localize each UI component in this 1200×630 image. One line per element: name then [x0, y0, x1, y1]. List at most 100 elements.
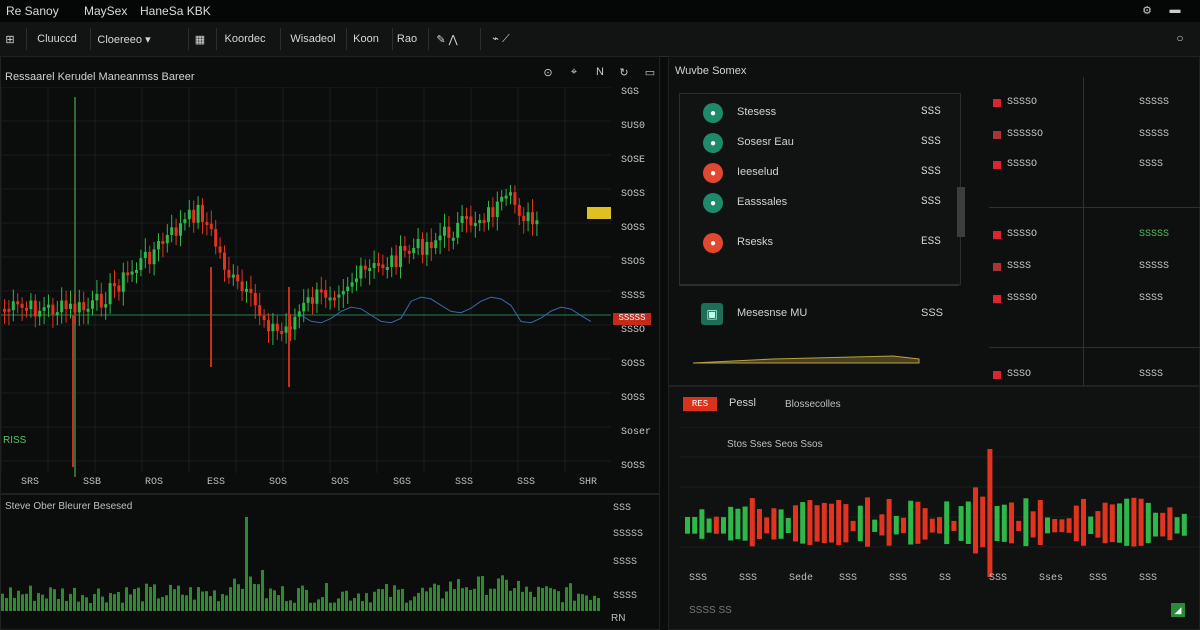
- volume-bar: [5, 597, 8, 611]
- tab-5[interactable]: Koon: [346, 28, 385, 50]
- volume-bar: [569, 583, 572, 611]
- volume-bar: [405, 602, 408, 611]
- scrollbar[interactable]: [957, 187, 965, 237]
- tab-2[interactable]: Cloereeo ▾: [90, 28, 157, 50]
- bar-chart[interactable]: [679, 427, 1199, 577]
- ask-marker: [993, 161, 1001, 169]
- volume-bar: [229, 587, 232, 611]
- price-label: SOSS: [621, 359, 646, 370]
- candle: [412, 248, 416, 254]
- candle: [328, 297, 332, 301]
- menu-item-2[interactable]: HaneSa KBK: [140, 4, 211, 18]
- candle: [447, 226, 451, 238]
- orderbook-left: SSSS: [1007, 261, 1032, 272]
- candle: [377, 263, 380, 267]
- volume-bar: [217, 601, 220, 611]
- volume-bar: [309, 602, 312, 611]
- bar: [713, 516, 719, 534]
- volume-bar: [389, 596, 392, 611]
- bar: [1045, 517, 1050, 534]
- bar: [922, 508, 928, 540]
- pointer-icon[interactable]: ⌁ ⟋: [480, 28, 521, 50]
- candle: [443, 226, 446, 236]
- bar: [901, 517, 906, 534]
- volume-bar: [45, 598, 48, 611]
- volume-bar: [593, 595, 596, 611]
- refresh-icon[interactable]: ↻: [617, 65, 631, 79]
- bar: [764, 517, 770, 534]
- expand-icon[interactable]: ▭: [643, 65, 657, 79]
- price-label: SSSO: [621, 325, 646, 336]
- volume-bar: [533, 597, 536, 611]
- candle: [284, 326, 288, 333]
- search-icon[interactable]: ⊙: [541, 65, 555, 79]
- title-bar: Re Sanoy MaySex HaneSa KBK ⚙ ▬: [0, 0, 1200, 22]
- candle: [302, 302, 306, 312]
- volume-chart[interactable]: [1, 515, 601, 611]
- bar: [1102, 502, 1108, 544]
- volume-bar: [381, 589, 384, 611]
- candle: [429, 241, 433, 249]
- resize-icon[interactable]: ◢: [1171, 603, 1185, 617]
- bar: [1066, 518, 1072, 533]
- bar: [785, 518, 791, 533]
- price-label: SGS: [621, 87, 640, 98]
- bar-x-label: SS: [939, 573, 952, 584]
- tab-3[interactable]: Koordec: [216, 28, 273, 50]
- watchlist-item-name[interactable]: Stesess: [737, 106, 776, 118]
- volume-bar: [261, 570, 264, 611]
- panel-subtitle[interactable]: Blossecolles: [785, 399, 841, 410]
- volume-bar: [73, 587, 76, 611]
- draw-line-icon[interactable]: ✎ ⋀: [428, 28, 465, 50]
- price-axis: SGS SUS0 SOSE SOSS SOSS SSOS SSSS SSSO SOSS SOSS S…: [613, 87, 659, 477]
- bar-x-label: Sede: [789, 573, 814, 584]
- candle: [165, 234, 169, 244]
- volume-bar: [545, 586, 548, 611]
- watchlist-item-name[interactable]: Sosesr Eau: [737, 136, 794, 148]
- volume-bar: [377, 588, 380, 611]
- crosshair-icon[interactable]: ⌖: [567, 65, 581, 79]
- volume-bar: [137, 587, 140, 611]
- volume-bar: [293, 602, 296, 611]
- bar: [1167, 507, 1173, 541]
- watchlist-item-name[interactable]: Ieeselud: [737, 166, 779, 178]
- grid-icon[interactable]: ⊞: [0, 28, 20, 50]
- bar: [1037, 500, 1043, 545]
- volume-bar: [313, 602, 316, 611]
- time-label: ROS: [145, 477, 164, 488]
- wallet-icon: ▣: [701, 303, 723, 325]
- settings-icon[interactable]: ⚙: [1140, 3, 1154, 17]
- tab-4[interactable]: Wisadeol: [280, 28, 345, 50]
- volume-bar: [449, 581, 452, 611]
- candle: [372, 263, 376, 269]
- candle: [346, 286, 350, 292]
- minimize-icon[interactable]: ▬: [1168, 3, 1182, 17]
- menu-item-1[interactable]: MaySex: [84, 4, 127, 18]
- candle: [275, 323, 279, 331]
- candle: [16, 301, 20, 305]
- orderbook-left: SSSSO: [1007, 97, 1038, 108]
- tab-6[interactable]: Rao: [392, 28, 421, 50]
- candlestick-chart[interactable]: [1, 87, 661, 495]
- bar-x-label: SSS: [689, 573, 708, 584]
- indicator-icon[interactable]: N: [593, 65, 607, 79]
- candle: [535, 220, 539, 225]
- volume-bar: [53, 589, 56, 611]
- time-label: SSS: [455, 477, 474, 488]
- volume-bar: [553, 589, 556, 611]
- volume-bar: [353, 597, 356, 611]
- bar: [721, 517, 726, 534]
- volume-bar: [585, 595, 588, 611]
- candle: [267, 320, 270, 332]
- volume-bar: [285, 601, 288, 611]
- candle: [333, 297, 336, 301]
- candle: [311, 297, 314, 304]
- watchlist-item-name[interactable]: Rsesks: [737, 236, 773, 248]
- volume-bar: [29, 585, 32, 611]
- watchlist-item-name[interactable]: Easssales: [737, 196, 787, 208]
- tab-1[interactable]: Cluuccd: [26, 28, 87, 50]
- calendar-icon[interactable]: ▦: [188, 28, 211, 50]
- volume-bar: [257, 584, 260, 611]
- orderbook-left: SSSSSO: [1007, 129, 1044, 140]
- search-icon[interactable]: ○: [1172, 30, 1188, 46]
